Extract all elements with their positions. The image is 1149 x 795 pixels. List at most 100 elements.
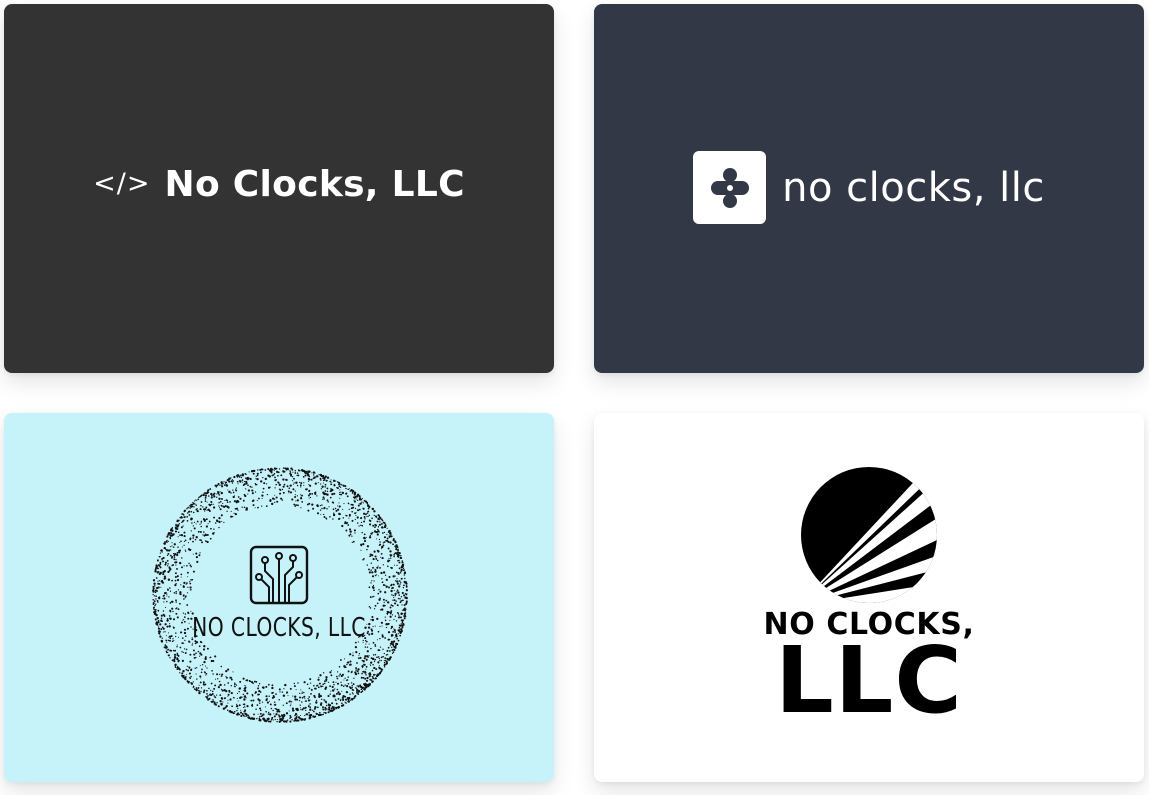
stipple-dot bbox=[168, 566, 171, 569]
stipple-dot bbox=[393, 589, 395, 591]
stipple-dot bbox=[362, 507, 364, 509]
stipple-dot bbox=[351, 685, 353, 687]
stipple-dot bbox=[394, 546, 396, 548]
stipple-dot bbox=[383, 652, 385, 655]
stipple-dot bbox=[357, 657, 360, 660]
stipple-dot bbox=[200, 520, 203, 523]
stipple-dot bbox=[294, 494, 296, 496]
logo-card-stipple-seal[interactable]: NO CLOCKS, LLC bbox=[4, 413, 554, 782]
stipple-dot bbox=[292, 709, 295, 712]
logo-card-sunburst[interactable]: NO CLOCKS, LLC bbox=[594, 413, 1144, 782]
stipple-dot bbox=[311, 493, 314, 495]
stipple-dot bbox=[195, 503, 197, 505]
stipple-dot bbox=[185, 583, 187, 585]
stipple-dot bbox=[242, 481, 244, 483]
stipple-dot bbox=[166, 600, 168, 603]
stipple-dot bbox=[274, 703, 277, 706]
stipple-dot bbox=[329, 516, 331, 518]
stipple-dot bbox=[215, 484, 217, 487]
stipple-dot bbox=[342, 508, 344, 510]
stipple-dot bbox=[265, 685, 268, 688]
stipple-dot bbox=[261, 701, 264, 703]
stipple-dot bbox=[325, 678, 328, 681]
stipple-dot bbox=[223, 484, 226, 486]
stipple-dot bbox=[347, 683, 350, 685]
stipple-dot bbox=[405, 603, 408, 605]
stipple-dot bbox=[347, 670, 350, 673]
stipple-dot bbox=[221, 697, 224, 700]
stipple-dot bbox=[264, 706, 266, 708]
stipple-dot bbox=[167, 563, 169, 565]
stipple-dot bbox=[269, 499, 272, 501]
stipple-dot bbox=[174, 553, 177, 556]
stipple-dot bbox=[304, 698, 306, 700]
stipple-dot bbox=[397, 591, 400, 594]
stipple-dot bbox=[361, 659, 363, 662]
stipple-dot bbox=[309, 496, 312, 499]
stipple-dot bbox=[322, 482, 325, 484]
stipple-dot bbox=[329, 480, 332, 483]
stipple-dot bbox=[292, 695, 294, 697]
stipple-dot bbox=[165, 648, 167, 650]
stipple-dot bbox=[190, 675, 192, 678]
stipple-dot bbox=[165, 646, 168, 649]
stipple-dot bbox=[232, 515, 234, 518]
stipple-dot bbox=[194, 688, 196, 691]
stipple-dot bbox=[397, 597, 400, 600]
stipple-dot bbox=[388, 575, 391, 579]
stipple-dot bbox=[234, 507, 237, 510]
stipple-dot bbox=[177, 608, 180, 611]
stipple-dot bbox=[324, 687, 327, 690]
stipple-dot bbox=[314, 687, 316, 690]
stipple-dot bbox=[395, 600, 397, 602]
stipple-dot bbox=[165, 650, 168, 653]
stipple-dot bbox=[267, 720, 270, 723]
stipple-dot bbox=[221, 498, 223, 500]
stipple-dot bbox=[188, 510, 191, 513]
stipple-dot bbox=[281, 488, 284, 491]
stipple-dot bbox=[307, 494, 310, 497]
stipple-dot bbox=[301, 696, 304, 699]
stipple-dot bbox=[347, 524, 350, 526]
stipple-dot bbox=[397, 556, 400, 558]
stipple-dot bbox=[186, 582, 188, 584]
stipple-dot bbox=[195, 688, 198, 692]
stipple-dot bbox=[375, 674, 379, 678]
stipple-dot bbox=[176, 553, 179, 557]
stipple-dot bbox=[307, 480, 310, 482]
stipple-dot bbox=[228, 477, 231, 480]
stipple-dot bbox=[320, 685, 323, 688]
stipple-dot bbox=[206, 697, 209, 699]
stipple-dot bbox=[235, 487, 237, 489]
stipple-dot bbox=[218, 520, 221, 524]
stipple-dot bbox=[368, 605, 371, 608]
stipple-dot bbox=[377, 517, 380, 521]
stipple-dot bbox=[247, 493, 249, 495]
stipple-dot bbox=[253, 713, 255, 716]
stipple-dot bbox=[179, 534, 181, 536]
stipple-dot bbox=[255, 708, 257, 711]
stipple-dot bbox=[399, 583, 401, 585]
stipple-dot bbox=[199, 523, 201, 525]
stipple-dot bbox=[221, 673, 224, 676]
stipple-dot bbox=[253, 717, 255, 720]
logo-card-dark-code[interactable]: </> No Clocks, LLC bbox=[4, 4, 554, 373]
stipple-dot bbox=[335, 509, 338, 512]
stipple-dot bbox=[393, 599, 396, 602]
stipple-dot bbox=[405, 585, 408, 588]
stipple-dot bbox=[403, 584, 405, 587]
stipple-dot bbox=[387, 601, 390, 604]
stipple-dot bbox=[345, 487, 347, 490]
stipple-dot bbox=[358, 655, 360, 657]
stipple-dot bbox=[338, 675, 340, 677]
stipple-dot bbox=[205, 673, 208, 675]
stipple-dot bbox=[327, 694, 330, 698]
stipple-dot bbox=[366, 545, 370, 548]
stipple-dot bbox=[291, 498, 294, 501]
stipple-dot bbox=[248, 715, 250, 717]
stipple-dot bbox=[369, 553, 372, 556]
stipple-dot bbox=[364, 513, 367, 516]
stipple-dot bbox=[363, 536, 366, 540]
stipple-dot bbox=[338, 502, 340, 504]
logo-card-slate-app-icon[interactable]: no clocks, llc bbox=[594, 4, 1144, 373]
